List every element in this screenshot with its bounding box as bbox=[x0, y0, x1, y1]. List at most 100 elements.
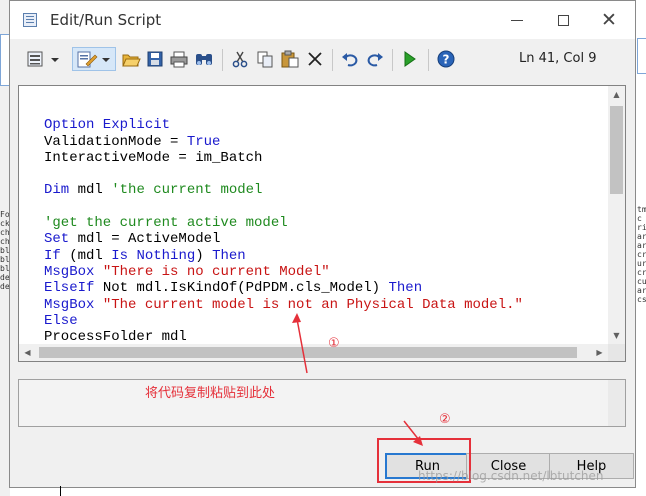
code-line[interactable]: ElseIf Not mdl.IsKindOf(PdPDM.cls_Model)… bbox=[44, 280, 523, 296]
redo-button[interactable] bbox=[364, 47, 386, 71]
background-text-fragment: cu bbox=[637, 277, 646, 286]
close-icon: ✕ bbox=[601, 8, 617, 31]
find-button[interactable] bbox=[193, 47, 215, 71]
title-bar[interactable]: Edit/Run Script ✕ bbox=[10, 1, 635, 39]
code-token: "There is no current Model" bbox=[102, 263, 330, 280]
save-button[interactable] bbox=[144, 47, 166, 71]
code-line[interactable]: ValidationMode = True bbox=[44, 134, 523, 150]
code-token: True bbox=[186, 133, 221, 150]
background-text-fragment: ar bbox=[637, 241, 646, 250]
code-line[interactable] bbox=[44, 199, 523, 215]
paste-icon bbox=[281, 50, 299, 68]
code-line[interactable]: 'get the current active model bbox=[44, 215, 523, 231]
scroll-down-icon[interactable]: ▼ bbox=[608, 327, 625, 344]
code-line[interactable] bbox=[44, 166, 523, 182]
script-list-icon bbox=[27, 51, 59, 67]
toolbar-separator bbox=[428, 49, 429, 71]
horizontal-scroll-thumb[interactable] bbox=[39, 347, 577, 358]
scrollbar-corner bbox=[608, 344, 625, 361]
run-script-button[interactable] bbox=[398, 47, 420, 71]
paste-button[interactable] bbox=[279, 47, 301, 71]
run-play-icon bbox=[404, 51, 416, 67]
scissors-icon bbox=[232, 51, 248, 68]
code-token: 'the current model bbox=[111, 182, 263, 199]
minimize-icon bbox=[511, 19, 523, 21]
toolbar: ? Ln 41, Col 9 bbox=[10, 41, 635, 79]
background-text-fragment: cr bbox=[637, 250, 646, 259]
code-token: 'get the current active model bbox=[44, 215, 288, 232]
background-divider bbox=[60, 486, 61, 496]
output-pane[interactable] bbox=[18, 379, 626, 427]
help-icon: ? bbox=[437, 50, 455, 68]
code-line[interactable]: MsgBox "There is no current Model" bbox=[44, 264, 523, 280]
script-window-icon bbox=[23, 13, 37, 27]
code-line[interactable]: If (mdl Is Nothing) Then bbox=[44, 248, 523, 264]
scroll-up-icon[interactable]: ▲ bbox=[608, 86, 625, 103]
paste-code-hint: 将代码复制粘贴到此处 bbox=[145, 386, 276, 401]
print-button[interactable] bbox=[168, 47, 190, 71]
code-token: mdl bbox=[69, 182, 112, 199]
vertical-scrollbar[interactable]: ▲ ▼ bbox=[608, 86, 625, 344]
toolbar-separator bbox=[222, 49, 223, 71]
vertical-scroll-thumb[interactable] bbox=[610, 106, 623, 194]
background-text-fragment: ar bbox=[637, 286, 646, 295]
code-token: mdl = ActiveModel bbox=[69, 231, 221, 248]
language-dropdown-button[interactable] bbox=[24, 47, 64, 71]
maximize-button[interactable] bbox=[540, 1, 586, 39]
annotation-marker-two: ② bbox=[439, 412, 451, 427]
code-line[interactable]: Dim mdl 'the current model bbox=[44, 182, 523, 198]
code-token: ElseIf bbox=[44, 280, 95, 297]
script-editor[interactable]: Option Explicit ValidationMode = True Inte… bbox=[18, 85, 626, 362]
maximize-icon bbox=[557, 14, 569, 26]
code-token: Is Nothing bbox=[111, 247, 196, 264]
code-line[interactable]: InteractiveMode = im_Batch bbox=[44, 150, 523, 166]
background-text-fragment: ar bbox=[637, 232, 646, 241]
undo-icon bbox=[342, 53, 358, 67]
code-token: ValidationMode = bbox=[44, 133, 187, 150]
code-token: Option Explicit bbox=[44, 117, 171, 134]
code-line[interactable] bbox=[44, 101, 523, 117]
output-vertical-scrollbar[interactable] bbox=[608, 380, 625, 426]
toolbar-separator bbox=[392, 49, 393, 71]
code-token: Then bbox=[388, 280, 423, 297]
background-text-right: tm c ri ar ar cr ur cr cu ar cs bbox=[637, 205, 646, 304]
cursor-position-status: Ln 41, Col 9 bbox=[519, 51, 597, 66]
code-line[interactable]: MsgBox "The current model is not an Phys… bbox=[44, 297, 523, 313]
code-line[interactable]: Else bbox=[44, 313, 523, 329]
background-text-fragment: c bbox=[637, 214, 642, 223]
open-file-button[interactable] bbox=[120, 47, 142, 71]
code-token: InteractiveMode = im_Batch bbox=[44, 149, 263, 166]
copy-icon bbox=[257, 51, 273, 68]
close-window-button[interactable]: ✕ bbox=[586, 1, 632, 39]
redo-icon bbox=[367, 53, 383, 67]
watermark: https://blog.csdn.net/lbtutchen bbox=[418, 469, 604, 483]
open-folder-icon bbox=[122, 54, 141, 67]
copy-button[interactable] bbox=[254, 47, 276, 71]
code-token: MsgBox bbox=[44, 296, 95, 313]
code-token: Not mdl.IsKindOf(PdPDM.cls_Model) bbox=[94, 280, 389, 297]
background-text-fragment: cr bbox=[637, 268, 646, 277]
code-line[interactable]: ProcessFolder mdl bbox=[44, 329, 523, 345]
cut-button[interactable] bbox=[229, 47, 251, 71]
script-code[interactable]: Option Explicit ValidationMode = True Inte… bbox=[44, 101, 523, 361]
code-token: MsgBox bbox=[44, 263, 95, 280]
delete-button[interactable] bbox=[304, 47, 326, 71]
save-disk-icon bbox=[147, 51, 163, 67]
code-token: Then bbox=[212, 247, 246, 264]
code-token: Else bbox=[44, 312, 78, 329]
help-toolbar-button[interactable]: ? bbox=[434, 47, 458, 71]
background-text-fragment: cs bbox=[637, 295, 646, 304]
background-text-fragment: ri bbox=[637, 223, 646, 232]
minimize-button[interactable] bbox=[494, 1, 540, 39]
horizontal-scrollbar[interactable]: ◀ ▶ bbox=[19, 344, 608, 361]
code-token: ProcessFolder mdl bbox=[44, 329, 187, 346]
undo-button[interactable] bbox=[339, 47, 361, 71]
code-token: Dim bbox=[44, 182, 70, 199]
scroll-right-icon[interactable]: ▶ bbox=[591, 344, 608, 361]
code-line[interactable]: Option Explicit bbox=[44, 117, 523, 133]
edit-mode-dropdown-button[interactable] bbox=[72, 47, 116, 71]
code-line[interactable]: Set mdl = ActiveModel bbox=[44, 231, 523, 247]
background-text-fragment: ur bbox=[637, 259, 646, 268]
scroll-left-icon[interactable]: ◀ bbox=[19, 344, 36, 361]
